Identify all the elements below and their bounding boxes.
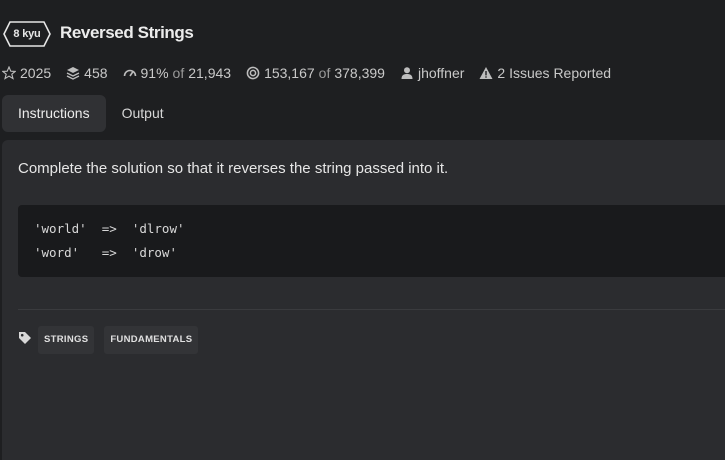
tag-icon: [18, 331, 32, 345]
gauge-icon: [123, 66, 137, 80]
target-icon: [246, 66, 260, 80]
code-line: 'world' => 'dlrow': [34, 221, 185, 236]
code-line: 'word' => 'drow': [34, 245, 177, 260]
kata-header: 8 kyu Reversed Strings: [0, 0, 725, 64]
issues-label[interactable]: 2 Issues Reported: [497, 65, 611, 81]
rank-badge[interactable]: 8 kyu: [3, 21, 51, 47]
rank-label: 8 kyu: [13, 28, 41, 40]
author-name[interactable]: jhoffner: [418, 65, 464, 81]
completed-of-label: of: [318, 65, 331, 81]
tab-instructions[interactable]: Instructions: [2, 95, 106, 132]
satisfaction-votes: 21,943: [188, 65, 232, 81]
attempted-count: 378,399: [334, 65, 385, 81]
satisfaction-of-label: of: [172, 65, 185, 81]
tag-strings[interactable]: STRINGS: [38, 326, 95, 354]
tab-output[interactable]: Output: [106, 95, 180, 132]
tag-list: STRINGS FUNDAMENTALS: [18, 326, 208, 354]
kata-title: Reversed Strings: [60, 23, 194, 42]
kata-tabs: Instructions Output: [2, 95, 180, 132]
user-icon: [400, 66, 414, 80]
layers-icon: [66, 66, 80, 80]
completed-count: 153,167: [264, 65, 315, 81]
warning-icon: [479, 66, 493, 80]
kata-stats: 2025 458 91% of 21,943 153,167 of 378,39…: [2, 63, 626, 83]
collections-stat[interactable]: 458: [66, 65, 108, 81]
stars-stat[interactable]: 2025: [2, 65, 51, 81]
stars-count: 2025: [20, 65, 52, 81]
author-stat[interactable]: jhoffner: [400, 65, 464, 81]
satisfaction-percent: 91%: [140, 65, 169, 81]
tag-fundamentals[interactable]: FUNDAMENTALS: [104, 326, 199, 354]
divider: [18, 309, 725, 310]
code-example: 'world' => 'dlrow' 'word' => 'drow': [18, 205, 725, 277]
completions-stat: 153,167 of 378,399: [246, 65, 385, 81]
issues-stat[interactable]: 2 Issues Reported: [479, 65, 611, 81]
kata-description: Complete the solution so that it reverse…: [18, 160, 449, 177]
instructions-panel: Complete the solution so that it reverse…: [2, 140, 725, 460]
star-icon: [2, 66, 16, 80]
satisfaction-stat: 91% of 21,943: [123, 65, 232, 81]
collections-count: 458: [84, 65, 108, 81]
